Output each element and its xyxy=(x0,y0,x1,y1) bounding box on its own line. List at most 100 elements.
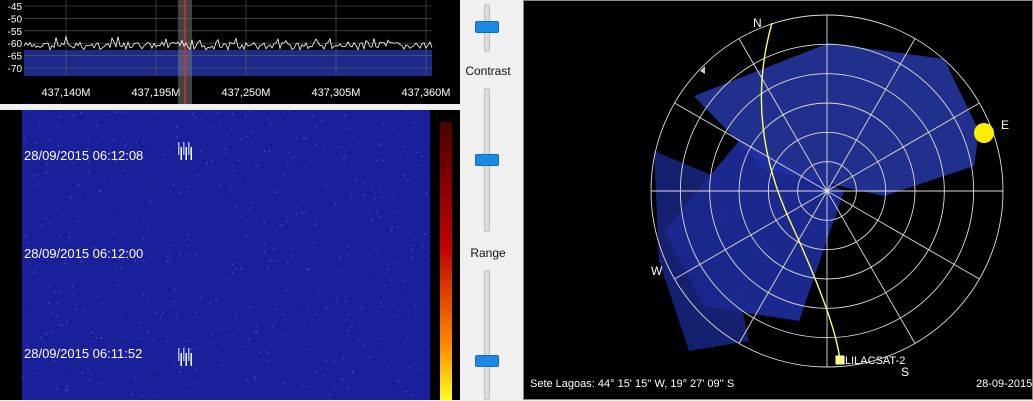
noise-pixel xyxy=(423,259,426,261)
noise-pixel xyxy=(283,382,286,385)
noise-pixel xyxy=(343,284,345,286)
noise-pixel xyxy=(379,198,381,201)
noise-pixel xyxy=(400,313,403,315)
noise-pixel xyxy=(97,295,100,297)
north-label: N xyxy=(753,16,762,30)
noise-pixel xyxy=(197,334,200,337)
noise-pixel xyxy=(274,308,276,310)
spectrum-panel[interactable]: -45 -50 -55 -60 -65 -70 437,140M 437,195M 437,25… xyxy=(0,0,460,107)
noise-pixel xyxy=(228,231,230,234)
noise-pixel xyxy=(65,131,68,134)
noise-pixel xyxy=(163,116,166,118)
noise-pixel xyxy=(291,374,294,377)
noise-pixel xyxy=(326,164,329,166)
signal-burst xyxy=(178,348,180,361)
range-slider-thumb[interactable] xyxy=(475,355,499,367)
noise-pixel xyxy=(414,304,417,307)
noise-pixel xyxy=(146,324,148,327)
noise-pixel xyxy=(181,367,183,369)
noise-pixel xyxy=(79,117,82,120)
noise-pixel xyxy=(381,123,384,126)
top-slider-thumb[interactable] xyxy=(475,21,499,33)
noise-pixel xyxy=(290,142,292,144)
noise-pixel xyxy=(375,188,377,191)
noise-pixel xyxy=(263,222,266,224)
noise-pixel xyxy=(247,136,249,138)
noise-pixel xyxy=(55,388,58,390)
noise-pixel xyxy=(270,122,272,124)
radar-panel[interactable]: Objects on radar: 1, eclipsed: 0 Moon az… xyxy=(523,0,1033,400)
noise-pixel xyxy=(418,164,421,167)
noise-pixel xyxy=(182,186,185,188)
noise-pixel xyxy=(369,193,372,195)
noise-pixel xyxy=(48,302,50,304)
noise-pixel xyxy=(75,309,77,311)
noise-pixel xyxy=(208,162,210,164)
noise-pixel xyxy=(283,173,286,175)
noise-pixel xyxy=(278,152,280,155)
noise-pixel xyxy=(52,331,54,333)
noise-pixel xyxy=(236,258,238,260)
noise-pixel xyxy=(306,330,308,332)
noise-pixel xyxy=(88,170,90,172)
noise-pixel xyxy=(315,144,317,146)
noise-pixel xyxy=(390,229,392,232)
azimuth-spoke xyxy=(826,190,980,280)
contrast-slider-thumb[interactable] xyxy=(475,154,499,166)
noise-pixel xyxy=(91,334,93,337)
noise-pixel xyxy=(99,143,102,145)
noise-pixel xyxy=(106,391,108,394)
noise-pixel xyxy=(391,360,393,362)
noise-pixel xyxy=(380,305,383,308)
noise-pixel xyxy=(298,342,300,344)
noise-pixel xyxy=(291,254,293,257)
noise-pixel xyxy=(410,248,413,250)
noise-pixel xyxy=(318,183,320,185)
noise-pixel xyxy=(155,175,157,178)
noise-pixel xyxy=(420,259,422,261)
noise-pixel xyxy=(307,269,310,271)
noise-pixel xyxy=(364,182,366,185)
noise-pixel xyxy=(393,310,395,312)
noise-pixel xyxy=(200,150,202,153)
noise-pixel xyxy=(34,379,36,382)
noise-pixel xyxy=(220,191,222,193)
noise-pixel xyxy=(259,351,261,354)
noise-pixel xyxy=(213,146,215,149)
noise-pixel xyxy=(173,300,175,303)
signal-burst xyxy=(188,142,190,155)
noise-pixel xyxy=(148,299,150,301)
noise-pixel xyxy=(378,339,380,342)
satellite-label[interactable]: LILACSAT-2 xyxy=(845,355,905,367)
noise-pixel xyxy=(314,154,316,156)
noise-pixel xyxy=(281,224,284,227)
noise-pixel xyxy=(297,382,299,385)
noise-pixel xyxy=(241,359,244,362)
noise-pixel xyxy=(403,145,406,148)
noise-pixel xyxy=(417,363,420,365)
noise-pixel xyxy=(394,261,396,264)
noise-pixel xyxy=(267,278,270,281)
noise-pixel xyxy=(407,176,409,178)
range-slider-track[interactable] xyxy=(484,270,490,400)
noise-pixel xyxy=(314,224,317,226)
noise-pixel xyxy=(69,231,71,233)
noise-pixel xyxy=(144,327,147,330)
noise-pixel xyxy=(340,351,342,353)
noise-pixel xyxy=(56,341,58,343)
noise-pixel xyxy=(393,210,396,213)
noise-pixel xyxy=(393,188,396,191)
noise-pixel xyxy=(58,291,60,293)
noise-pixel xyxy=(270,260,272,262)
noise-pixel xyxy=(345,127,348,130)
noise-pixel xyxy=(311,321,313,324)
waterfall-panel[interactable]: 28/09/2015 06:12:08 28/09/2015 06:12:00 … xyxy=(0,110,460,400)
spectrum-plot[interactable]: -45-50 -55-60 -65-70 437,140M 437,195M 437,25… xyxy=(0,0,460,107)
noise-pixel xyxy=(404,174,406,176)
noise-pixel xyxy=(152,190,154,192)
noise-pixel xyxy=(254,376,256,378)
noise-pixel xyxy=(126,134,129,137)
noise-pixel xyxy=(407,179,409,181)
noise-pixel xyxy=(193,289,195,291)
noise-pixel xyxy=(344,300,346,302)
